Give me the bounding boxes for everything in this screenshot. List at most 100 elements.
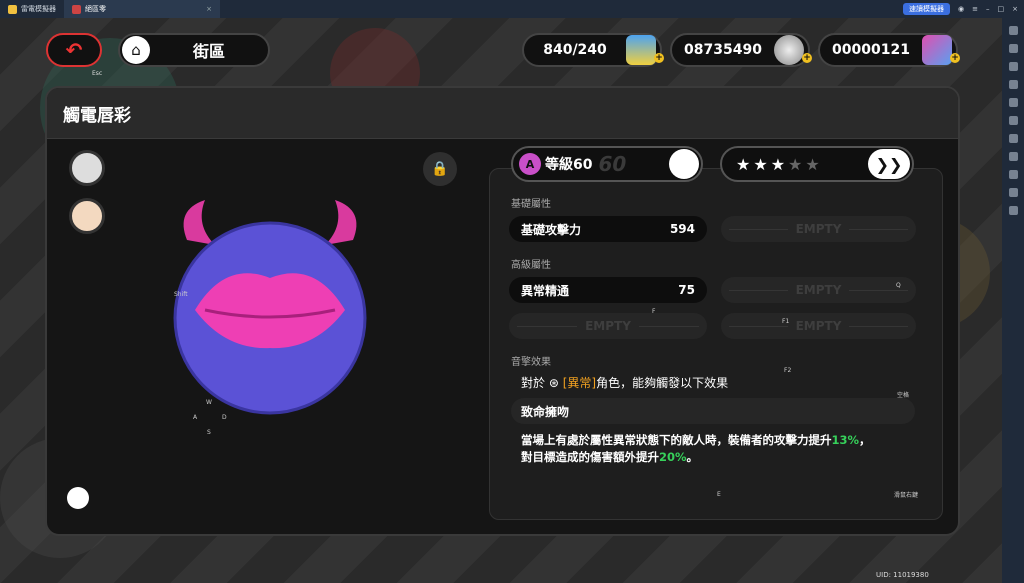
key-hint: Shift (174, 291, 188, 298)
key-hint: W (206, 399, 212, 406)
base-stats-label: 基礎屬性 (511, 199, 551, 210)
tab-game[interactable]: 絕區零 × (64, 0, 220, 18)
tab-label: 絕區零 (85, 5, 106, 13)
key-hint: 滑鼠右鍵 (894, 492, 919, 499)
refine-next-button[interactable]: ❯❯ (868, 149, 910, 179)
key-hint: F2 (784, 367, 792, 374)
volume-down-icon[interactable] (1008, 44, 1018, 53)
back-button[interactable]: ↶ (46, 33, 102, 67)
key-hint: Q (896, 282, 901, 289)
account-icon[interactable]: ◉ (958, 5, 964, 13)
lock-button[interactable]: 🔒 (423, 152, 457, 186)
key-hint: 空格 (897, 392, 910, 399)
desc-text: 對目標造成的傷害額外提升 (521, 450, 659, 464)
effect-label: 音擎效果 (511, 357, 551, 368)
battery-icon (626, 35, 656, 65)
stat-name: 基礎攻擊力 (521, 222, 582, 237)
film-value: 00000121 (832, 42, 910, 58)
lock-icon: 🔒 (431, 161, 449, 177)
key-hint: D (222, 414, 227, 421)
empty-slot: EMPTY (721, 313, 916, 339)
anomaly-attribute-icon[interactable] (69, 150, 105, 186)
coin-value: 08735490 (684, 42, 762, 58)
empty-slot: EMPTY (509, 313, 707, 339)
key-hint: A (193, 414, 198, 421)
location-pill[interactable]: ⌂ 街區 (118, 33, 270, 67)
anomaly-small-icon: ⊛ (548, 376, 559, 390)
key-hint: E (717, 491, 721, 498)
stat-value: 594 (669, 222, 695, 236)
keyboard-icon[interactable] (1008, 98, 1018, 107)
panel-header: 觸電唇彩 (47, 88, 958, 139)
speed-emulator-button[interactable]: 速讀模擬器 (903, 3, 951, 15)
game-logo-icon (72, 4, 81, 14)
empty-slot: EMPTY (721, 277, 916, 303)
stat-name: 異常精通 (521, 283, 570, 298)
emulator-logo-icon (8, 4, 17, 14)
add-coin-icon[interactable]: + (802, 53, 812, 63)
battery-value: 840/240 (543, 42, 607, 58)
wengine-artwork (173, 200, 367, 415)
key-hint: F (652, 308, 656, 315)
volume-icon[interactable] (1008, 26, 1018, 35)
maximize-icon[interactable]: □ (998, 5, 1005, 13)
desc-text: 。 (686, 450, 699, 464)
record-icon[interactable] (1008, 134, 1018, 143)
back-arrow-icon: ↶ (65, 38, 83, 62)
star-icon: ★ (805, 154, 820, 174)
base-stat-row: 基礎攻擊力 594 (509, 216, 707, 242)
minimize-icon[interactable]: – (986, 5, 990, 13)
effect-description: 當場上有處於屬性異常狀態下的敵人時，裝備者的攻擊力提升13%， 對目標造成的傷害… (521, 432, 921, 466)
apk-icon[interactable] (1008, 152, 1018, 161)
resource-film[interactable]: 00000121 + (818, 33, 960, 67)
effect-prefix: 對於 (521, 376, 546, 390)
desc-text: ， (859, 433, 871, 447)
level-ghost-number: 60 (598, 152, 627, 176)
uid-label: UID: 11019380 (876, 571, 929, 579)
home-icon: ⌂ (122, 36, 150, 64)
tab-label: 雷電模擬器 (21, 5, 56, 13)
emulator-sidebar (1002, 18, 1024, 583)
star-icon: ★ (736, 154, 751, 174)
stat-value: 75 (678, 283, 695, 297)
add-battery-icon[interactable]: + (654, 53, 664, 63)
level-up-button[interactable] (669, 149, 699, 179)
tab-emulator-home[interactable]: 雷電模擬器 (0, 0, 64, 18)
screenshot-icon[interactable] (1008, 116, 1018, 125)
left-horn (183, 200, 215, 245)
advanced-stats-label: 高級屬性 (511, 260, 551, 271)
emulator-titlebar: 雷電模擬器 絕區零 × 速讀模擬器 ◉ ≡ – □ × (0, 0, 1024, 18)
settings-icon[interactable] (1008, 80, 1018, 89)
level-label: 等級60 (545, 157, 593, 173)
timer-icon[interactable] (67, 487, 89, 509)
close-icon[interactable]: × (206, 5, 212, 13)
location-icon[interactable] (1008, 188, 1018, 197)
refinement-stars: ★ ★ ★ ★ ★ ❯❯ (720, 146, 914, 182)
desc-text: 當場上有處於屬性異常狀態下的敵人時，裝備者的攻擊力提升 (521, 433, 832, 447)
desc-value: 13% (831, 433, 860, 447)
key-hint: F1 (782, 318, 790, 325)
menu-icon[interactable]: ≡ (972, 5, 978, 13)
right-horn (325, 200, 357, 245)
key-hint: S (207, 429, 211, 436)
resource-coin[interactable]: 08735490 + (670, 33, 812, 67)
star-icon: ★ (753, 154, 768, 174)
empty-slot: EMPTY (721, 216, 916, 242)
effect-name: 致命擁吻 (511, 398, 915, 424)
coin-icon (774, 35, 804, 65)
star-icon: ★ (788, 154, 803, 174)
add-film-icon[interactable]: + (950, 53, 960, 63)
close-window-icon[interactable]: × (1012, 5, 1018, 13)
effect-suffix: 角色，能夠觸發以下效果 (596, 376, 729, 390)
effect-tag: [異常] (562, 376, 597, 390)
more-icon[interactable] (1008, 206, 1018, 215)
esc-hint: Esc (92, 70, 103, 77)
advanced-stat-row: 異常精通 75 (509, 277, 707, 303)
character-avatar[interactable] (69, 198, 105, 234)
fullscreen-icon[interactable] (1008, 62, 1018, 71)
folder-icon[interactable] (1008, 170, 1018, 179)
rank-a-icon: A (519, 153, 541, 175)
resource-battery[interactable]: 840/240 + (522, 33, 664, 67)
desc-value: 20% (659, 450, 687, 464)
wengine-title: 觸電唇彩 (63, 105, 131, 126)
